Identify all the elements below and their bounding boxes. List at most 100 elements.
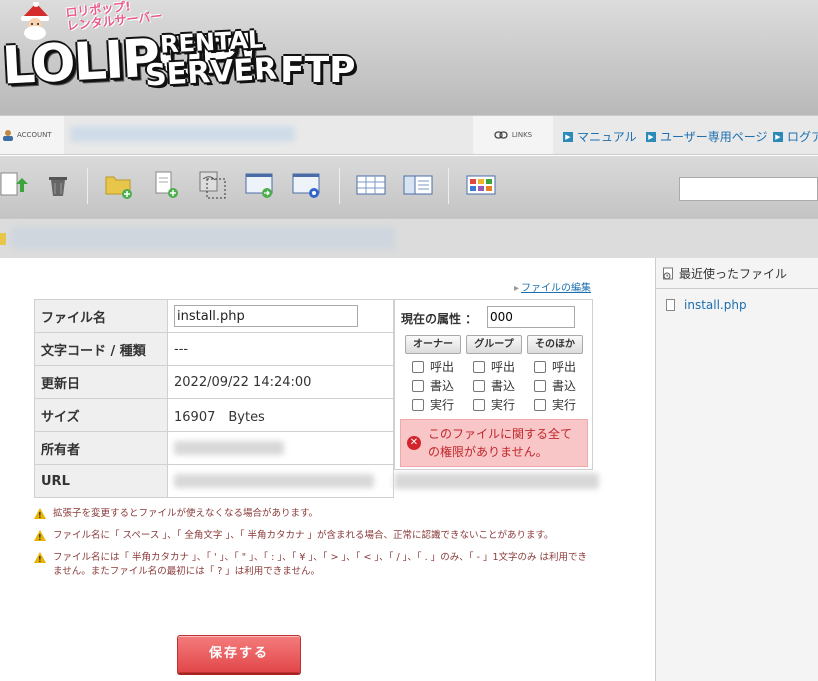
search-input[interactable] <box>679 177 818 201</box>
permission-input[interactable] <box>487 306 575 328</box>
account-label-text: ACCOUNT <box>17 131 52 139</box>
url-value <box>167 464 394 498</box>
owner-button[interactable]: オーナー <box>405 335 461 354</box>
toolbar-separator <box>339 168 340 204</box>
recent-files-title: 最近使ったファイル <box>662 265 787 282</box>
owner-value <box>167 431 394 465</box>
warning-icon <box>34 552 46 567</box>
owner-exec-checkbox[interactable]: 実行 <box>412 396 454 413</box>
url-redacted-overflow <box>394 473 599 489</box>
logo-ftp: FTP <box>280 50 356 91</box>
error-icon: ✕ <box>407 436 421 450</box>
edit-file-link[interactable]: ファイルの編集 <box>514 279 591 294</box>
file-editor-panel: ファイルの編集 ファイル名 文字コード / 種類 --- 更新日 2022/09… <box>0 258 655 681</box>
recent-files-title-text: 最近使ったファイル <box>679 267 788 281</box>
encoding-value: --- <box>167 332 394 366</box>
move-icon[interactable] <box>245 170 275 200</box>
lolipop-logo[interactable]: ロリポップ! レンタルサーバー LOLIPOP! RENTAL SERVER F… <box>0 0 370 112</box>
table-row: URL <box>34 464 394 498</box>
updated-value: 2022/09/22 14:24:00 <box>167 365 394 399</box>
recent-file-name[interactable]: install.php <box>684 298 747 312</box>
checkbox-label: 実行 <box>552 398 577 412</box>
user-page-link[interactable]: ▶ ユーザー専用ページ <box>646 128 768 145</box>
url-redacted <box>174 474 374 488</box>
checkbox-label: 書込 <box>430 379 455 393</box>
manual-link[interactable]: ▶ マニュアル <box>563 128 637 145</box>
checkbox-box[interactable] <box>473 360 485 373</box>
checkbox-box[interactable] <box>473 398 485 411</box>
sidebar-divider <box>656 288 818 289</box>
table-row: 文字コード / 種類 --- <box>34 332 394 366</box>
checkbox-box[interactable] <box>473 379 485 392</box>
checkbox-label: 書込 <box>552 379 577 393</box>
filename-input[interactable] <box>174 305 358 327</box>
checkbox-box[interactable] <box>412 360 424 373</box>
file-icon <box>666 299 675 311</box>
owner-read-checkbox[interactable]: 呼出 <box>412 358 454 375</box>
save-button[interactable]: 保存する <box>177 635 301 673</box>
permission-panel: 現在の属性 ： オーナー グループ そのほか 呼出 書込 実行 呼出 書込 実行… <box>394 299 593 470</box>
other-exec-checkbox[interactable]: 実行 <box>534 396 576 413</box>
table-row: ファイル名 <box>34 299 394 333</box>
other-button[interactable]: そのほか <box>527 335 583 354</box>
logo-server: SERVER <box>144 51 278 94</box>
group-read-checkbox[interactable]: 呼出 <box>473 358 515 375</box>
permission-error: ✕ このファイルに関する全ての権限がありません。 <box>400 419 588 467</box>
size-value: 16907 Bytes <box>167 398 394 432</box>
group-write-checkbox[interactable]: 書込 <box>473 377 515 394</box>
updated-label: 更新日 <box>34 365 168 399</box>
recent-file-icon <box>663 267 673 280</box>
warning-notes: 拡張子を変更するとファイルが使えなくなる場合があります。 ファイル名に「 スペー… <box>34 507 594 587</box>
arrow-icon: ▶ <box>563 131 573 142</box>
checkbox-label: 呼出 <box>552 360 577 374</box>
checkbox-box[interactable] <box>412 398 424 411</box>
warning-note: 拡張子を変更するとファイルが使えなくなる場合があります。 <box>34 507 594 523</box>
warning-note: ファイル名に「 スペース 」、「 全角文字 」、「 半角カタカナ 」が含まれる場… <box>34 529 594 545</box>
table-row: 所有者 <box>34 431 394 465</box>
account-name-redacted <box>70 126 295 142</box>
manual-link-text[interactable]: マニュアル <box>577 128 637 145</box>
other-write-checkbox[interactable]: 書込 <box>534 377 576 394</box>
toolbar-separator <box>87 168 88 204</box>
checkbox-label: 実行 <box>430 398 455 412</box>
group-button[interactable]: グループ <box>466 335 522 354</box>
new-folder-icon[interactable] <box>104 170 134 200</box>
path-bar <box>0 218 818 258</box>
checkbox-box[interactable] <box>534 398 546 411</box>
checkbox-box[interactable] <box>534 360 546 373</box>
arrow-icon: ▶ <box>773 131 783 142</box>
trash-icon[interactable] <box>43 170 73 200</box>
recent-file-item[interactable]: install.php <box>666 298 747 312</box>
warning-note-text: ファイル名には「 半角カタカナ 」、「 ' 」、「 " 」、「 : 」、「 ¥ … <box>53 552 588 577</box>
warning-note: ファイル名には「 半角カタカナ 」、「 ' 」、「 " 」、「 : 」、「 ¥ … <box>34 551 594 579</box>
arrow-icon: ▶ <box>646 131 656 142</box>
file-info-table: ファイル名 文字コード / 種類 --- 更新日 2022/09/22 14:2… <box>34 299 394 498</box>
list-view-icon[interactable] <box>356 170 386 200</box>
warning-icon <box>34 508 46 523</box>
user-page-link-text[interactable]: ユーザー専用ページ <box>660 128 768 145</box>
upload-icon[interactable] <box>0 170 30 200</box>
other-read-checkbox[interactable]: 呼出 <box>534 358 576 375</box>
owner-write-checkbox[interactable]: 書込 <box>412 377 454 394</box>
warning-icon <box>34 530 46 545</box>
copy-icon[interactable] <box>198 170 228 200</box>
detail-view-icon[interactable] <box>403 170 433 200</box>
filename-label: ファイル名 <box>34 299 168 333</box>
checkbox-box[interactable] <box>412 379 424 392</box>
checkbox-box[interactable] <box>534 379 546 392</box>
owner-label: 所有者 <box>34 431 168 465</box>
thumbnail-view-icon[interactable] <box>466 170 496 200</box>
path-redacted <box>10 227 395 249</box>
links-label: LINKS <box>473 116 553 154</box>
checkbox-label: 実行 <box>491 398 516 412</box>
account-label: ACCOUNT <box>0 116 64 154</box>
new-file-icon[interactable] <box>152 170 182 200</box>
checkbox-label: 呼出 <box>491 360 516 374</box>
folder-icon <box>0 233 6 245</box>
properties-icon[interactable] <box>292 170 322 200</box>
group-exec-checkbox[interactable]: 実行 <box>473 396 515 413</box>
logout-link-text[interactable]: ログア <box>787 128 818 145</box>
warning-note-text: 拡張子を変更するとファイルが使えなくなる場合があります。 <box>53 508 319 519</box>
toolbar-separator <box>448 168 449 204</box>
logout-link[interactable]: ▶ ログア <box>773 128 818 145</box>
